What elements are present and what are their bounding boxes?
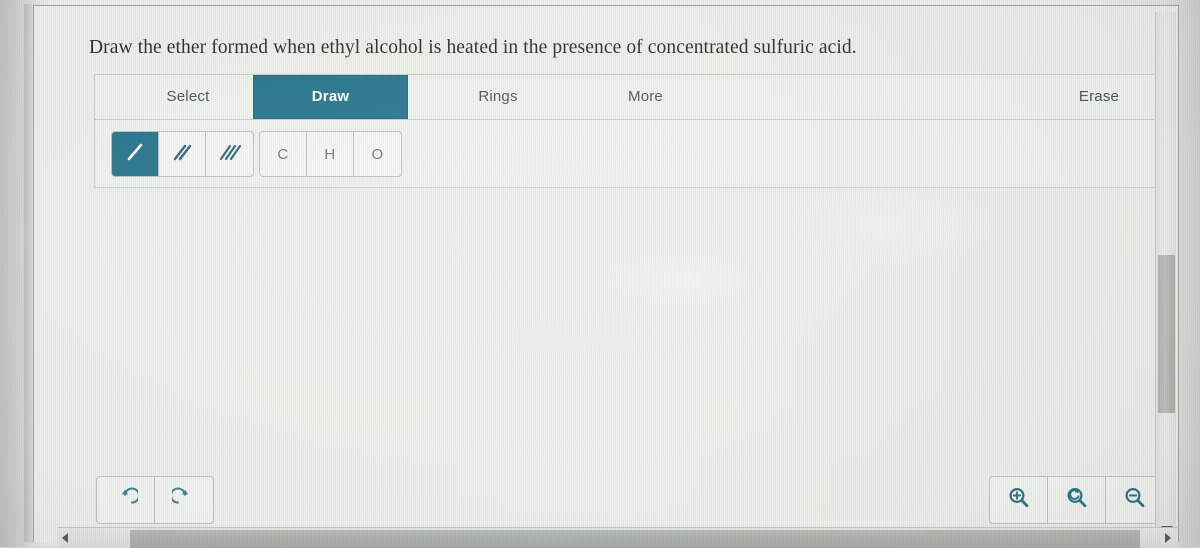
triple-bond-button[interactable] (206, 132, 253, 176)
vertical-scrollbar-thumb[interactable] (1158, 255, 1175, 413)
zoom-reset-button[interactable] (1048, 477, 1106, 523)
single-bond-icon (122, 139, 148, 170)
zoom-in-icon (1006, 485, 1032, 516)
triple-bond-icon (217, 139, 243, 170)
question-prompt: Draw the ether formed when ethyl alcohol… (89, 37, 857, 58)
molecule-editor-toolbar: Select Draw Rings More Erase C H O (94, 74, 1174, 188)
single-bond-button[interactable] (112, 132, 159, 176)
tool-button-row: C H O (95, 120, 1173, 188)
atom-carbon-button[interactable]: C (260, 132, 307, 176)
bond-tool-group (111, 131, 254, 177)
tab-rings[interactable]: Rings (428, 75, 568, 119)
toolbar-tab-strip: Select Draw Rings More Erase (95, 75, 1173, 120)
scroll-left-arrow-icon[interactable] (62, 533, 68, 543)
vertical-scrollbar[interactable] (1155, 12, 1176, 543)
atom-oxygen-button[interactable]: O (354, 132, 401, 176)
page-frame: Draw the ether formed when ethyl alcohol… (33, 5, 1179, 543)
tab-more[interactable]: More (578, 75, 713, 119)
redo-icon (169, 486, 196, 515)
atom-tool-group: C H O (259, 131, 402, 177)
zoom-control-group (989, 476, 1165, 524)
atom-hydrogen-label: H (324, 145, 336, 163)
drawing-canvas[interactable] (94, 188, 1174, 468)
atom-oxygen-label: O (371, 145, 384, 163)
atom-hydrogen-button[interactable]: H (307, 132, 354, 176)
undo-button[interactable] (97, 477, 155, 523)
scroll-right-arrow-icon[interactable] (1165, 533, 1171, 543)
zoom-out-icon (1122, 485, 1148, 516)
redo-button[interactable] (155, 477, 213, 523)
atom-carbon-label: C (277, 145, 289, 163)
double-bond-icon (169, 139, 195, 170)
window-left-shadow (24, 4, 33, 542)
zoom-in-button[interactable] (990, 477, 1048, 523)
tab-draw[interactable]: Draw (253, 75, 408, 119)
history-control-group (96, 476, 214, 524)
erase-button[interactable]: Erase (1025, 75, 1173, 119)
tab-select[interactable]: Select (113, 75, 263, 119)
zoom-reset-icon (1064, 485, 1090, 516)
undo-icon (114, 486, 140, 515)
horizontal-scrollbar-thumb[interactable] (130, 530, 1140, 548)
double-bond-button[interactable] (159, 132, 206, 176)
horizontal-scrollbar[interactable] (57, 527, 1177, 548)
